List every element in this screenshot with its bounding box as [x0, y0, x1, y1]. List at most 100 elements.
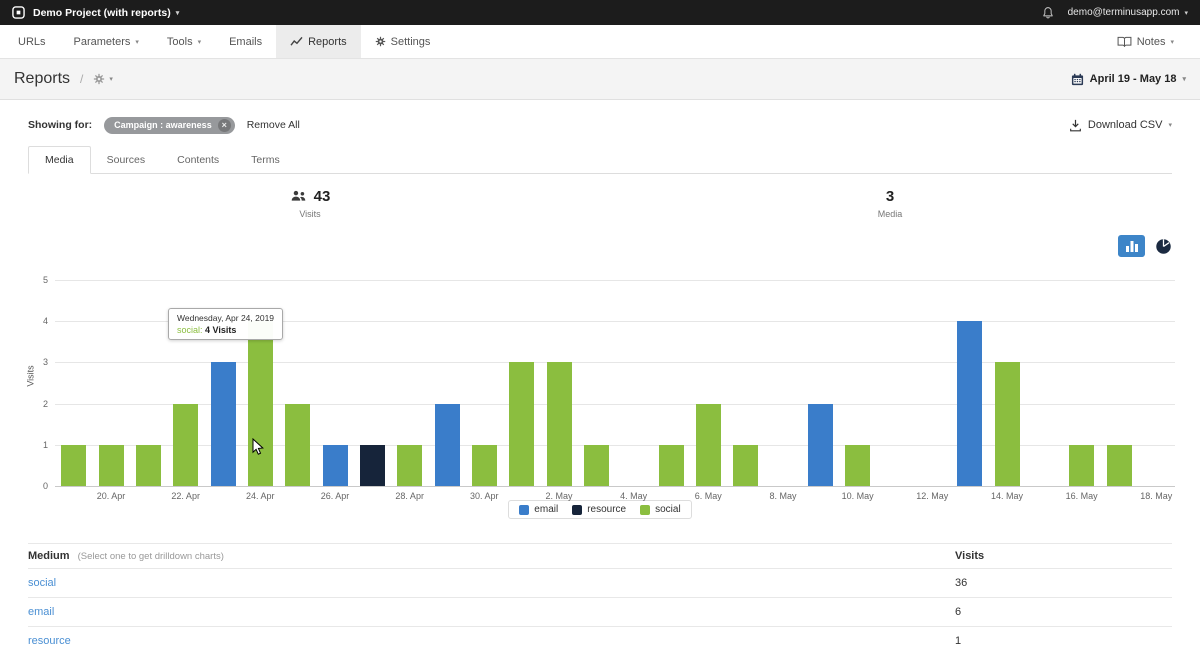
tooltip-date: Wednesday, Apr 24, 2019	[177, 313, 274, 323]
tooltip-value: 4 Visits	[205, 325, 236, 335]
bar-may-1-social[interactable]	[509, 362, 534, 486]
x-tick-label: 6. May	[683, 491, 733, 501]
visitors-icon	[290, 190, 307, 202]
bar-chart-toggle-button[interactable]	[1118, 235, 1145, 257]
remove-filter-icon[interactable]: ×	[218, 119, 231, 132]
y-tick-label: 0	[28, 481, 48, 491]
bar-may-9-email[interactable]	[808, 404, 833, 486]
y-tick-label: 2	[28, 399, 48, 409]
legend-row: email resource social	[28, 500, 1172, 519]
table-row-resource: resource 1	[28, 627, 1172, 655]
calendar-icon	[1071, 73, 1084, 86]
bar-apr-22-social[interactable]	[173, 404, 198, 486]
x-tick-label: 4. May	[609, 491, 659, 501]
project-name: Demo Project (with reports)	[33, 7, 171, 19]
bar-apr-25-social[interactable]	[285, 404, 310, 486]
bar-may-7-social[interactable]	[733, 445, 758, 486]
bar-apr-19-social[interactable]	[61, 445, 86, 486]
date-range-label: April 19 - May 18	[1090, 73, 1177, 85]
legend-item-social[interactable]: social	[640, 504, 681, 515]
y-tick-label: 4	[28, 316, 48, 326]
chevron-down-icon: ▾	[1184, 9, 1188, 17]
visits-value-resource: 1	[955, 635, 1172, 647]
visits-value-social: 36	[955, 577, 1172, 589]
chevron-down-icon: ▾	[1170, 38, 1174, 46]
bar-may-16-social[interactable]	[1069, 445, 1094, 486]
bar-may-2-social[interactable]	[547, 362, 572, 486]
nav-item-tools[interactable]: Tools ▾	[153, 25, 215, 58]
download-csv-button[interactable]: Download CSV ▾	[1069, 119, 1172, 132]
remove-all-link[interactable]: Remove All	[247, 119, 300, 131]
legend-swatch-email	[519, 505, 529, 515]
chevron-down-icon: ▾	[198, 38, 202, 46]
tab-media[interactable]: Media	[28, 146, 91, 174]
tab-terms[interactable]: Terms	[235, 147, 296, 173]
x-tick-label: 8. May	[758, 491, 808, 501]
medium-link-email[interactable]: email	[28, 606, 54, 618]
nav-item-urls[interactable]: URLs	[4, 25, 60, 58]
bar-chart-icon	[1125, 240, 1139, 252]
bar-apr-28-social[interactable]	[397, 445, 422, 486]
visits-bar-chart: Visits Wednesday, Apr 24, 2019 social: 4…	[28, 266, 1172, 498]
bar-may-5-social[interactable]	[659, 445, 684, 486]
x-tick-label: 12. May	[907, 491, 957, 501]
bar-may-3-social[interactable]	[584, 445, 609, 486]
media-stat: 3 Media	[830, 186, 950, 219]
date-range-picker[interactable]: April 19 - May 18 ▾	[1071, 73, 1186, 86]
tab-contents[interactable]: Contents	[161, 147, 235, 173]
topbar: Demo Project (with reports) ▾ demo@termi…	[0, 0, 1200, 25]
y-tick-label: 5	[28, 275, 48, 285]
report-settings-dropdown[interactable]: ▾	[93, 73, 113, 85]
bar-may-10-social[interactable]	[845, 445, 870, 486]
x-tick-label: 22. Apr	[161, 491, 211, 501]
bar-may-13-email[interactable]	[957, 321, 982, 486]
bar-apr-26-email[interactable]	[323, 445, 348, 486]
bar-apr-30-social[interactable]	[472, 445, 497, 486]
nav-item-settings[interactable]: Settings	[361, 25, 445, 58]
bar-apr-20-social[interactable]	[99, 445, 124, 486]
account-menu[interactable]: demo@terminusapp.com ▾	[1068, 7, 1188, 18]
x-tick-label: 16. May	[1057, 491, 1107, 501]
visits-value-email: 6	[955, 606, 1172, 618]
bar-apr-24-social[interactable]	[248, 321, 273, 486]
notifications-bell-icon[interactable]	[1042, 6, 1054, 19]
medium-link-resource[interactable]: resource	[28, 635, 71, 647]
x-tick-label: 20. Apr	[86, 491, 136, 501]
visits-label: Visits	[250, 209, 370, 219]
download-icon	[1069, 119, 1082, 132]
bar-may-14-social[interactable]	[995, 362, 1020, 486]
notes-menu[interactable]: Notes ▾	[1103, 36, 1188, 48]
gridline	[55, 486, 1175, 487]
content: Showing for: Campaign : awareness × Remo…	[0, 114, 1200, 655]
medium-column-header: Medium	[28, 550, 70, 562]
bar-may-6-social[interactable]	[696, 404, 721, 486]
nav-item-emails[interactable]: Emails	[215, 25, 276, 58]
gridline	[55, 280, 1175, 281]
chart-legend: email resource social	[508, 500, 691, 519]
pie-chart-toggle-button[interactable]	[1155, 238, 1172, 255]
legend-swatch-social	[640, 505, 650, 515]
legend-item-resource[interactable]: resource	[572, 504, 626, 515]
nav-item-reports[interactable]: Reports	[276, 25, 361, 58]
x-tick-label: 30. Apr	[459, 491, 509, 501]
bar-apr-23-email[interactable]	[211, 362, 236, 486]
bar-may-17-social[interactable]	[1107, 445, 1132, 486]
table-header-row: Medium (Select one to get drilldown char…	[28, 543, 1172, 569]
x-tick-label: 28. Apr	[385, 491, 435, 501]
bar-apr-27-resource[interactable]	[360, 445, 385, 486]
nav-item-parameters[interactable]: Parameters ▾	[60, 25, 153, 58]
breadcrumb-separator: /	[80, 72, 83, 86]
chart-line-icon	[290, 36, 303, 47]
legend-swatch-resource	[572, 505, 582, 515]
tab-sources[interactable]: Sources	[91, 147, 162, 173]
bar-apr-21-social[interactable]	[136, 445, 161, 486]
medium-link-social[interactable]: social	[28, 577, 56, 589]
chevron-down-icon: ▾	[1168, 121, 1172, 129]
project-switcher[interactable]: Demo Project (with reports) ▾	[33, 7, 179, 19]
filter-chip-campaign-awareness[interactable]: Campaign : awareness ×	[104, 117, 235, 134]
x-tick-label: 18. May	[1131, 491, 1181, 501]
app-logo-icon[interactable]	[12, 6, 25, 19]
bar-apr-29-email[interactable]	[435, 404, 460, 486]
x-tick-label: 10. May	[833, 491, 883, 501]
legend-item-email[interactable]: email	[519, 504, 558, 515]
